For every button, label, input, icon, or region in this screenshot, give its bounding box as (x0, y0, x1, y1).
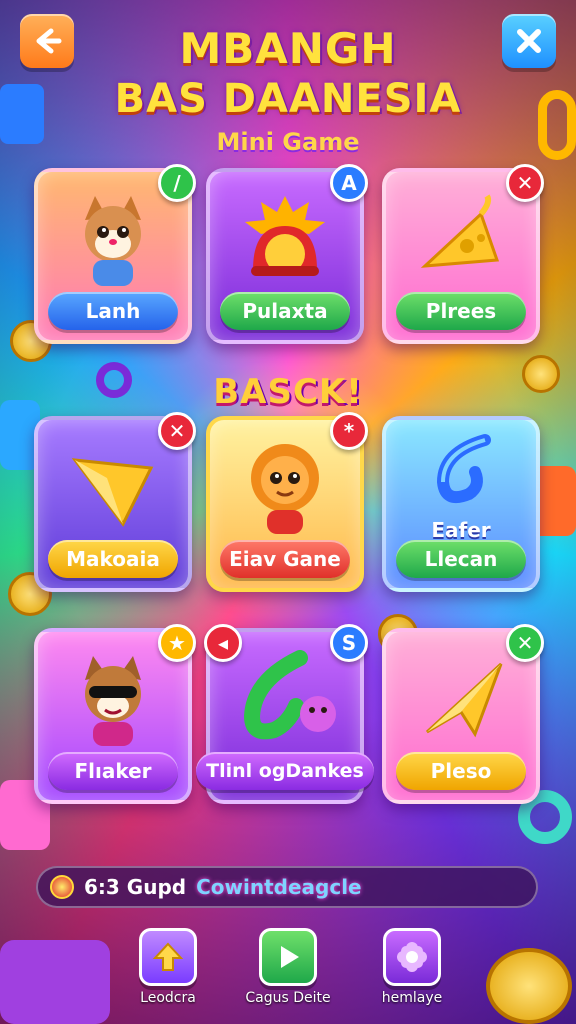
game-title-line2: BAS DAANESIA (114, 76, 462, 122)
game-card-label: Flıaker (48, 752, 178, 790)
gold-gem-icon (48, 432, 178, 544)
game-card-llecan[interactable]: Eafer Llecan (382, 416, 540, 592)
game-card-tlinl-ogdankes[interactable]: ◂ S Tlinl ogDankes (196, 624, 374, 804)
green-swoosh-icon (220, 644, 350, 756)
coin-icon (50, 875, 74, 899)
block-decoration (0, 940, 110, 1024)
cool-cat-mascot-icon (48, 644, 178, 756)
kitten-mascot-icon (48, 184, 178, 296)
game-card-label: Tlinl ogDankes (196, 752, 374, 790)
nav-leaderboard[interactable]: Leodcra (108, 928, 228, 1006)
bonus-banner: BASCK! (213, 372, 363, 412)
game-card-label: Makoaia (48, 540, 178, 578)
game-card-pleso[interactable]: ✕ Pleso (382, 624, 544, 804)
game-title-line1: MBANGH (179, 24, 397, 73)
status-bar: 6:3 Gupd Cowintdeagcle (36, 866, 538, 908)
game-card-label: Pulaxta (220, 292, 350, 330)
card-caption: Eafer (431, 518, 491, 542)
flower-gear-icon (383, 928, 441, 986)
game-card-pulaxta[interactable]: A Pulaxta (206, 164, 368, 344)
blue-swirl-icon (396, 432, 526, 512)
game-card-label: Llecan (396, 540, 526, 578)
game-card-plrees[interactable]: ✕ Plrees (382, 164, 544, 344)
nav-label: Leodcra (140, 990, 196, 1006)
nav-play[interactable]: Cagus Deite (228, 928, 348, 1006)
gold-arrow-icon (396, 644, 526, 756)
game-card-label: Lanh (48, 292, 178, 330)
nav-label: hemlaye (381, 990, 443, 1006)
game-card-flaker[interactable]: ★ Flıaker (34, 624, 196, 804)
game-card-label: Pleso (396, 752, 526, 790)
play-icon (259, 928, 317, 986)
game-subtitle: Mini Game (216, 128, 360, 156)
cheese-wedge-icon (396, 184, 526, 296)
nav-label: Cagus Deite (245, 990, 331, 1006)
red-helmet-icon (220, 184, 350, 296)
status-text: 6:3 Gupd (84, 875, 187, 899)
game-card-makoaia[interactable]: ✕ Makoaia (34, 412, 196, 592)
status-highlight: Cowintdeagcle (196, 875, 362, 899)
game-card-lanh[interactable]: / Lanh (34, 164, 196, 344)
nav-settings[interactable]: hemlaye (352, 928, 472, 1006)
game-card-eiav-gane[interactable]: * Eiav Gane (206, 412, 368, 592)
up-arrow-icon (139, 928, 197, 986)
coin-decoration (486, 948, 572, 1024)
game-card-label: Plrees (396, 292, 526, 330)
lion-cub-mascot-icon (220, 432, 350, 544)
game-card-label: Eiav Gane (220, 540, 350, 578)
